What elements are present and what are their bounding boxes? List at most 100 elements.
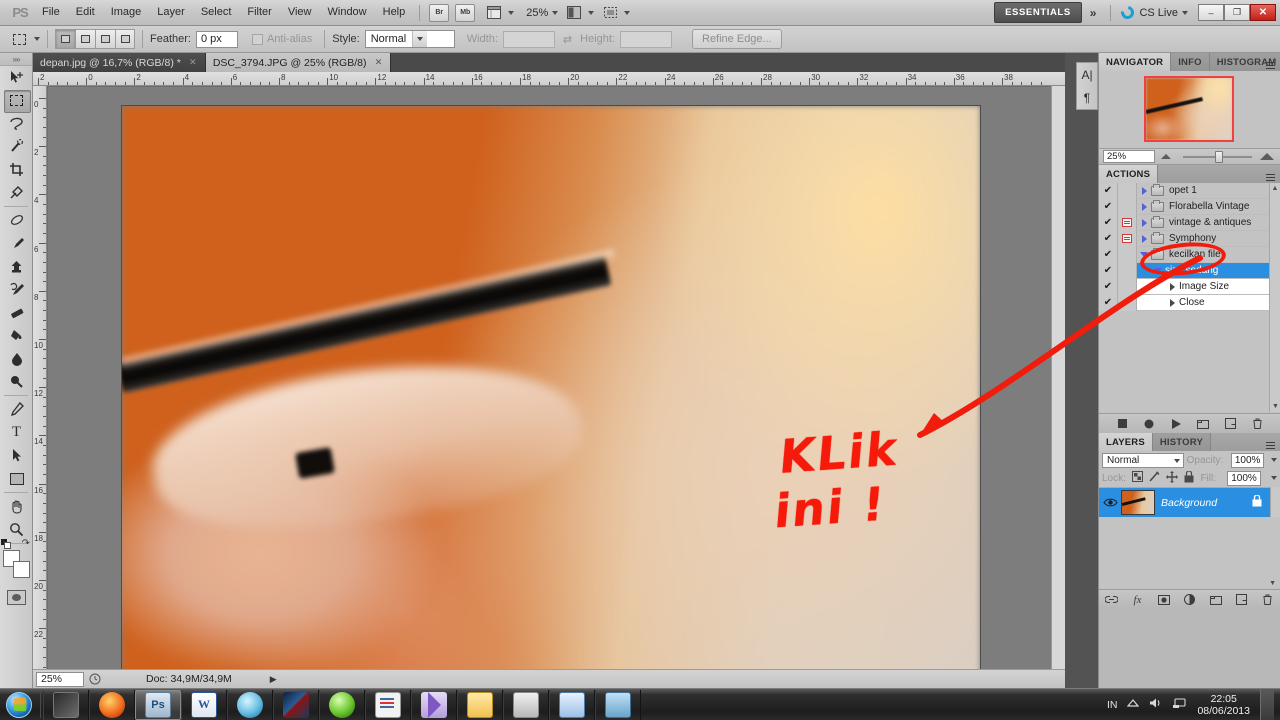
action-dialog-toggle[interactable] [1118,214,1137,231]
background-color-swatch[interactable] [13,561,30,578]
taskbar-item-word[interactable]: W [181,689,227,720]
move-tool[interactable] [0,66,33,89]
layer-row-background[interactable]: Background [1099,487,1270,517]
menu-image[interactable]: Image [103,2,150,23]
navigator-thumbnail[interactable] [1144,76,1234,142]
workspace-essentials-button[interactable]: ESSENTIALS [994,2,1082,23]
delete-button[interactable] [1251,417,1264,430]
close-icon[interactable]: ✕ [188,57,198,68]
start-button[interactable] [0,690,38,720]
hand-tool[interactable] [0,495,33,518]
new-group-button[interactable] [1209,593,1222,606]
current-tool-icon[interactable] [8,29,30,49]
close-button[interactable]: ✕ [1250,4,1276,21]
refine-edge-button[interactable]: Refine Edge... [692,29,782,49]
layer-visibility-icon[interactable] [1099,497,1121,508]
menu-window[interactable]: Window [320,2,375,23]
crop-tool[interactable] [0,158,33,181]
tab-info[interactable]: INFO [1171,53,1210,71]
scroll-up-icon[interactable]: ▲ [1270,183,1280,194]
show-desktop-button[interactable] [1260,688,1274,720]
actions-row[interactable]: ✔ Florabella Vintage [1099,198,1269,215]
zoom-level-menu[interactable]: 25% [526,7,548,19]
height-input[interactable] [620,30,672,48]
swap-dimensions-icon[interactable]: ⇄ [563,33,572,46]
gradient-tool[interactable] [0,324,33,347]
lock-all-icon[interactable] [1184,469,1194,486]
layers-scrollbar[interactable] [1270,487,1280,517]
taskbar-item-photos[interactable] [595,689,641,720]
action-toggle-checkbox[interactable]: ✔ [1099,214,1118,231]
chevron-down-icon[interactable] [34,37,40,41]
action-dialog-toggle[interactable] [1118,198,1137,215]
layer-style-button[interactable]: fx [1131,593,1144,606]
quick-selection-tool[interactable] [0,135,33,158]
rectangular-marquee-tool[interactable] [0,89,33,113]
taskbar-item-app-green[interactable] [319,689,365,720]
paragraph-panel-icon[interactable]: ¶ [1077,86,1097,109]
taskbar-item-photoshop[interactable]: Ps [135,689,181,720]
view-extras-icon[interactable] [484,4,504,22]
actions-row[interactable]: ✔ vintage & antiques [1099,214,1269,231]
expand-triangle-icon[interactable] [1137,218,1151,227]
rectangle-tool[interactable] [0,467,33,490]
subtract-from-selection-button[interactable] [95,29,115,49]
taskbar-item-firefox[interactable] [89,689,135,720]
action-toggle-checkbox[interactable]: ✔ [1099,198,1118,215]
clone-stamp-tool[interactable] [0,255,33,278]
fill-input[interactable]: 100% [1227,470,1261,486]
chevron-down-icon[interactable] [624,10,631,15]
delete-layer-button[interactable] [1261,593,1274,606]
tray-network-icon[interactable] [1173,697,1187,712]
layers-scroll-indicator[interactable]: ▼ [1099,577,1280,589]
width-input[interactable] [502,30,555,48]
quick-mask-button[interactable] [0,586,33,608]
navigator-zoom-input[interactable]: 25% [1103,150,1155,163]
scroll-down-icon[interactable]: ▼ [1270,401,1280,412]
document-tab-dsc3794[interactable]: DSC_3794.JPG @ 25% (RGB/8) ✕ [205,53,392,72]
navigator-zoom-slider[interactable] [1161,150,1274,163]
tools-collapse-icon[interactable]: »» [0,53,32,66]
spot-healing-brush-tool[interactable] [0,209,33,232]
chevron-down-icon[interactable] [1271,476,1277,480]
menu-file[interactable]: File [34,2,68,23]
link-layers-button[interactable] [1105,593,1118,606]
lock-image-icon[interactable] [1149,471,1160,485]
screen-mode-icon[interactable] [564,4,584,22]
taskbar-item-movie-maker[interactable] [411,689,457,720]
expand-triangle-icon[interactable] [1137,202,1151,211]
status-zoom-input[interactable]: 25% [36,671,84,687]
color-swatches[interactable]: ↷ [0,538,33,582]
actions-scrollbar[interactable]: ▲ ▼ [1269,183,1280,412]
intersect-selection-button[interactable] [115,29,135,49]
chevron-down-icon[interactable] [588,10,595,15]
feather-input[interactable] [195,30,238,48]
chevron-down-icon[interactable] [552,10,559,15]
taskbar-item-monitor[interactable] [549,689,595,720]
tab-navigator[interactable]: NAVIGATOR [1099,53,1172,71]
minimize-button[interactable]: – [1198,4,1224,21]
tab-actions[interactable]: ACTIONS [1099,165,1159,183]
tray-show-hidden-icon[interactable] [1127,698,1140,711]
anti-alias-checkbox[interactable] [251,33,263,45]
panel-menu-icon[interactable] [1264,56,1277,68]
chevron-down-icon[interactable] [1271,458,1277,462]
zoom-in-icon[interactable] [1260,153,1274,160]
workspace-more-icon[interactable]: » [1082,6,1105,20]
adjustment-layer-button[interactable] [1183,593,1196,606]
actions-row[interactable]: ✔ opet 1 [1099,183,1269,199]
dodge-tool[interactable] [0,370,33,393]
restore-button[interactable]: ❐ [1224,4,1250,21]
launch-bridge-button[interactable]: Br [429,3,450,22]
menu-help[interactable]: Help [375,2,414,23]
eyedropper-tool[interactable] [0,181,33,204]
type-tool[interactable]: T [0,421,33,444]
menu-layer[interactable]: Layer [149,2,193,23]
action-toggle-checkbox[interactable]: ✔ [1099,183,1118,199]
menu-edit[interactable]: Edit [68,2,103,23]
arrange-documents-icon[interactable] [600,4,620,22]
layer-mask-button[interactable] [1157,593,1170,606]
document-tab-depan[interactable]: depan.jpg @ 16,7% (RGB/8) * ✕ [33,53,206,72]
add-to-selection-button[interactable] [75,29,95,49]
image-canvas[interactable]: KLik ini ! [122,106,980,669]
